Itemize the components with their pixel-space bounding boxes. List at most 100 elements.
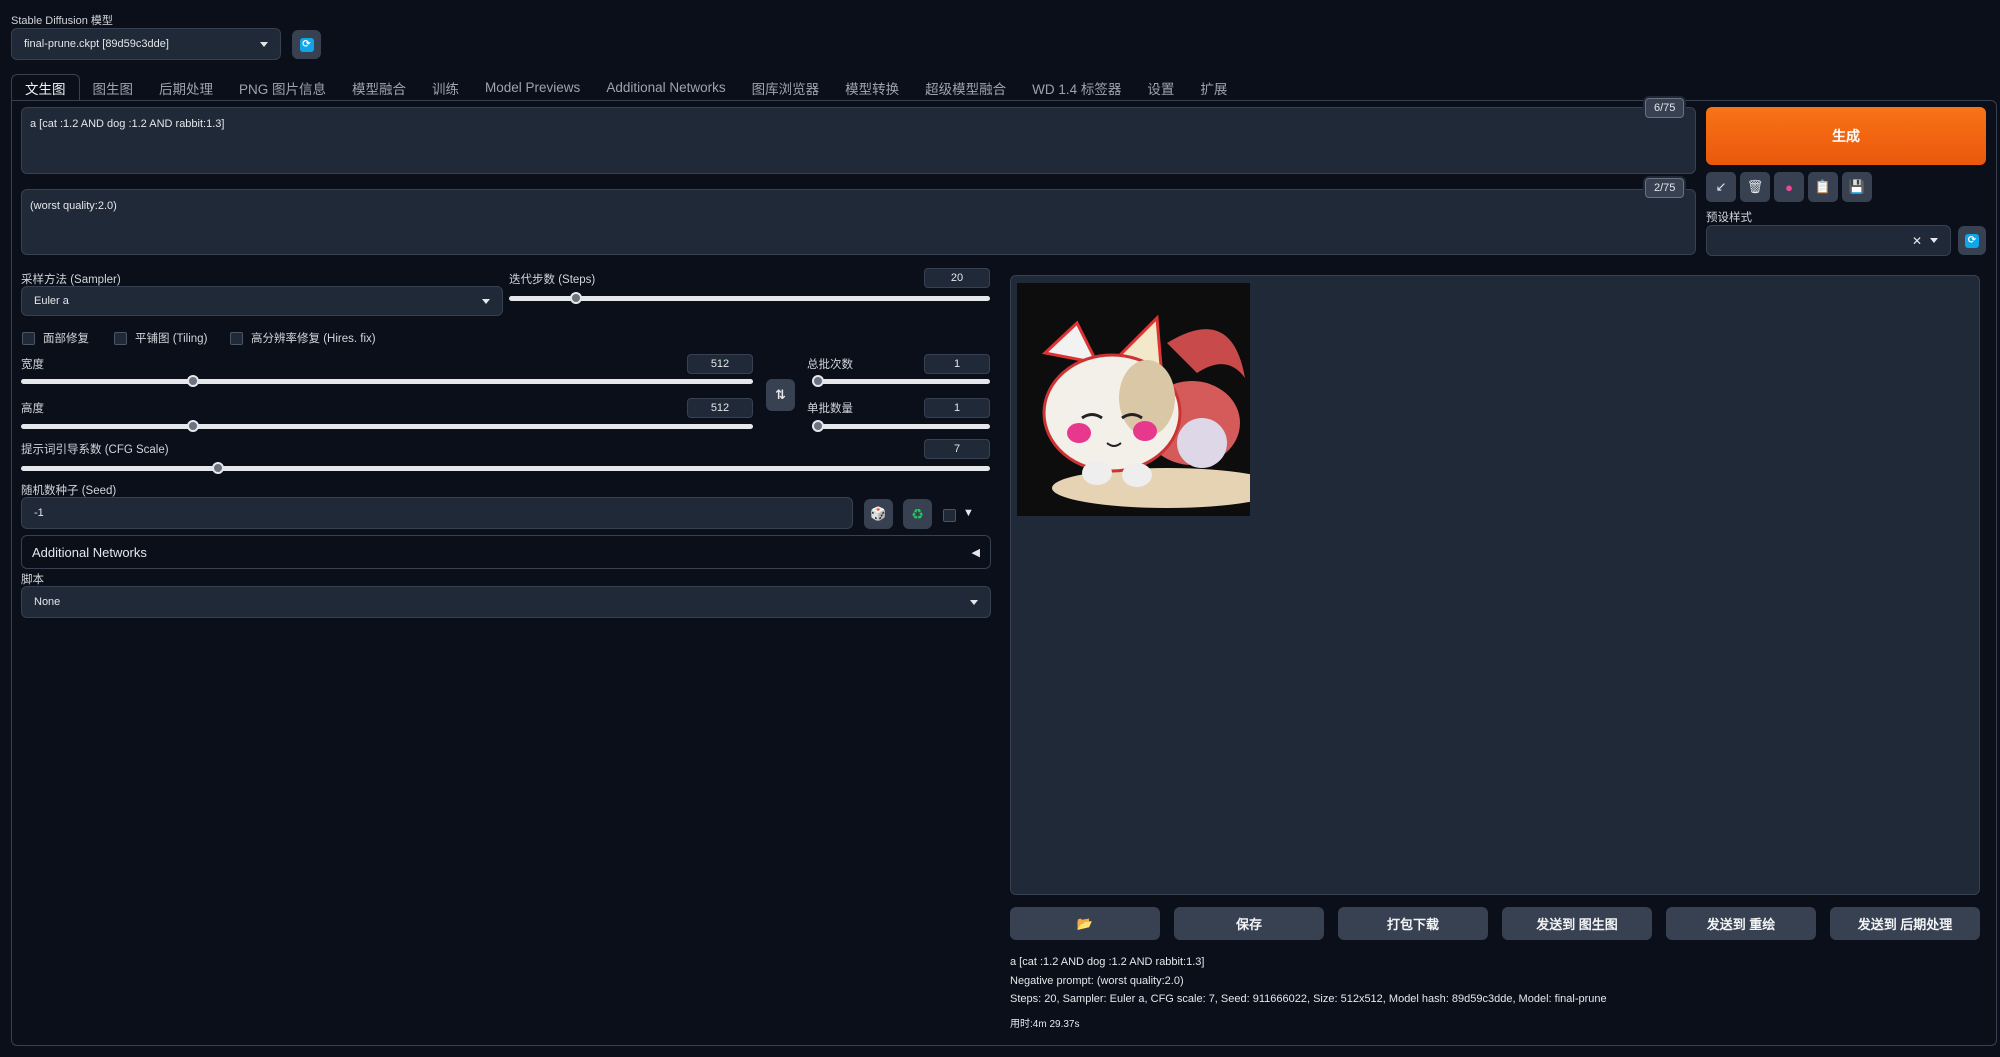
main-tabs: 文生图 图生图 后期处理 PNG 图片信息 模型融合 训练 Model Previews Ad… xyxy=(11,73,1240,101)
model-label: Stable Diffusion 模型 xyxy=(11,15,113,27)
batch-count-label: 总批次数 xyxy=(807,359,853,371)
prompt-token-counter: 6/75 xyxy=(1645,98,1685,118)
tab-5[interactable]: 训练 xyxy=(419,74,472,101)
steps-slider-thumb[interactable] xyxy=(569,292,582,304)
cfg-slider[interactable] xyxy=(21,462,990,474)
prompt-text: a [cat :1.2 AND dog :1.2 AND rabbit:1.3] xyxy=(30,118,225,130)
sampler-select[interactable]: Euler a xyxy=(21,286,503,316)
tab-0[interactable]: 文生图 xyxy=(11,74,80,101)
generate-button[interactable]: 生成 xyxy=(1706,107,1986,165)
send-to-inpaint-button[interactable]: 发送到 重绘 xyxy=(1666,907,1816,940)
hires-fix-checkbox[interactable]: 高分辨率修复 (Hires. fix) xyxy=(230,330,376,346)
tab-3[interactable]: PNG 图片信息 xyxy=(226,74,339,101)
arrow-icon: ↙ xyxy=(1715,179,1727,194)
cfg-input[interactable]: 7 xyxy=(924,439,990,459)
save-button[interactable]: 保存 xyxy=(1174,907,1324,940)
checkbox-label: 平铺图 (Tiling) xyxy=(135,333,208,345)
width-slider[interactable] xyxy=(21,375,753,387)
batch-size-input[interactable]: 1 xyxy=(924,398,990,418)
chevron-down-icon xyxy=(482,298,490,304)
steps-slider[interactable] xyxy=(509,292,990,304)
swap-dimensions-button[interactable]: ⇅ xyxy=(766,379,795,411)
steps-input[interactable]: 20 xyxy=(924,268,990,288)
tab-2[interactable]: 后期处理 xyxy=(146,74,226,101)
model-select-value: final-prune.ckpt [89d59c3dde] xyxy=(24,38,169,50)
styles-select[interactable]: ✕ xyxy=(1706,225,1951,256)
tab-12[interactable]: 设置 xyxy=(1134,74,1187,101)
batch-count-slider-thumb[interactable] xyxy=(812,375,824,387)
tiling-checkbox[interactable]: 平铺图 (Tiling) xyxy=(114,330,207,346)
clear-icon[interactable]: ✕ xyxy=(1912,234,1922,248)
batch-count-slider[interactable] xyxy=(812,375,990,387)
height-input[interactable]: 512 xyxy=(687,398,753,418)
tab-8[interactable]: 图库浏览器 xyxy=(739,74,833,101)
batch-size-slider-thumb[interactable] xyxy=(812,420,824,432)
extra-seed-checkbox[interactable] xyxy=(943,509,956,522)
zip-download-button[interactable]: 打包下载 xyxy=(1338,907,1488,940)
tab-9[interactable]: 模型转换 xyxy=(832,74,912,101)
triangle-down-icon[interactable]: ▼ xyxy=(963,507,974,519)
clear-prompt-button[interactable]: 🗑 xyxy=(1740,172,1770,202)
width-input[interactable]: 512 xyxy=(687,354,753,374)
width-label: 宽度 xyxy=(21,359,44,371)
apply-style-button[interactable]: 📋 xyxy=(1808,172,1838,202)
seed-input[interactable]: -1 xyxy=(21,497,853,529)
checkbox-box[interactable] xyxy=(230,331,243,345)
trash-icon: 🗑 xyxy=(1746,179,1764,194)
tab-6[interactable]: Model Previews xyxy=(472,74,593,101)
info-parameters: Steps: 20, Sampler: Euler a, CFG scale: … xyxy=(1010,993,1607,1005)
cat-image-icon xyxy=(1017,283,1250,516)
height-slider-thumb[interactable] xyxy=(186,420,199,432)
checkbox-box[interactable] xyxy=(22,331,35,345)
reuse-seed-button[interactable]: ♻ xyxy=(903,499,932,529)
swap-icon: ⇅ xyxy=(775,387,786,402)
send-to-img2img-button[interactable]: 发送到 图生图 xyxy=(1502,907,1652,940)
save-icon: 💾 xyxy=(1848,179,1866,194)
save-style-button[interactable]: 💾 xyxy=(1842,172,1872,202)
recycle-icon: ♻ xyxy=(911,505,924,522)
steps-label: 迭代步数 (Steps) xyxy=(509,274,596,286)
height-slider[interactable] xyxy=(21,420,753,432)
info-prompt: a [cat :1.2 AND dog :1.2 AND rabbit:1.3] xyxy=(1010,956,1205,968)
open-folder-button[interactable]: 📂 xyxy=(1010,907,1160,940)
generated-image[interactable] xyxy=(1017,283,1250,516)
seed-label: 随机数种子 (Seed) xyxy=(21,485,117,497)
dice-icon: 🎲 xyxy=(870,506,887,521)
refresh-icon: ⟳ xyxy=(1965,233,1979,248)
send-to-extras-button[interactable]: 发送到 后期处理 xyxy=(1830,907,1980,940)
accordion-title: Additional Networks xyxy=(32,544,147,560)
tab-1[interactable]: 图生图 xyxy=(80,74,147,101)
info-negative-prompt: Negative prompt: (worst quality:2.0) xyxy=(1010,975,1184,987)
batch-count-input[interactable]: 1 xyxy=(924,354,990,374)
sampler-label: 采样方法 (Sampler) xyxy=(21,274,121,286)
tab-4[interactable]: 模型融合 xyxy=(339,74,419,101)
script-value: None xyxy=(34,596,61,608)
face-restore-checkbox[interactable]: 面部修复 xyxy=(22,330,89,346)
show-extra-networks-button[interactable]: ● xyxy=(1774,172,1804,202)
batch-size-slider[interactable] xyxy=(812,420,990,432)
negative-prompt-text: (worst quality:2.0) xyxy=(30,200,117,212)
random-seed-button[interactable]: 🎲 xyxy=(864,499,893,529)
checkbox-label: 高分辨率修复 (Hires. fix) xyxy=(251,333,376,345)
prompt-input[interactable]: a [cat :1.2 AND dog :1.2 AND rabbit:1.3] xyxy=(21,107,1696,174)
script-label: 脚本 xyxy=(21,574,44,586)
height-label: 高度 xyxy=(21,403,44,415)
refresh-models-button[interactable]: ⟳ xyxy=(292,30,321,59)
read-params-button[interactable]: ↙ xyxy=(1706,172,1736,202)
negative-prompt-input[interactable]: (worst quality:2.0) xyxy=(21,189,1696,255)
checkbox-box[interactable] xyxy=(114,331,127,345)
tab-11[interactable]: WD 1.4 标签器 xyxy=(1019,74,1134,101)
tab-10[interactable]: 超级模型融合 xyxy=(912,74,1019,101)
negative-token-counter: 2/75 xyxy=(1645,178,1685,198)
model-select[interactable]: final-prune.ckpt [89d59c3dde] xyxy=(11,28,281,60)
folder-icon: 📂 xyxy=(1076,915,1094,931)
chevron-down-icon xyxy=(260,41,268,47)
script-select[interactable]: None xyxy=(21,586,991,618)
tab-7[interactable]: Additional Networks xyxy=(593,74,738,101)
refresh-styles-button[interactable]: ⟳ xyxy=(1958,226,1986,255)
additional-networks-accordion[interactable]: Additional Networks ◀ xyxy=(21,535,991,569)
chevron-down-icon xyxy=(1930,238,1938,243)
tab-13[interactable]: 扩展 xyxy=(1187,74,1240,101)
width-slider-thumb[interactable] xyxy=(186,375,199,387)
sampler-value: Euler a xyxy=(34,295,69,307)
